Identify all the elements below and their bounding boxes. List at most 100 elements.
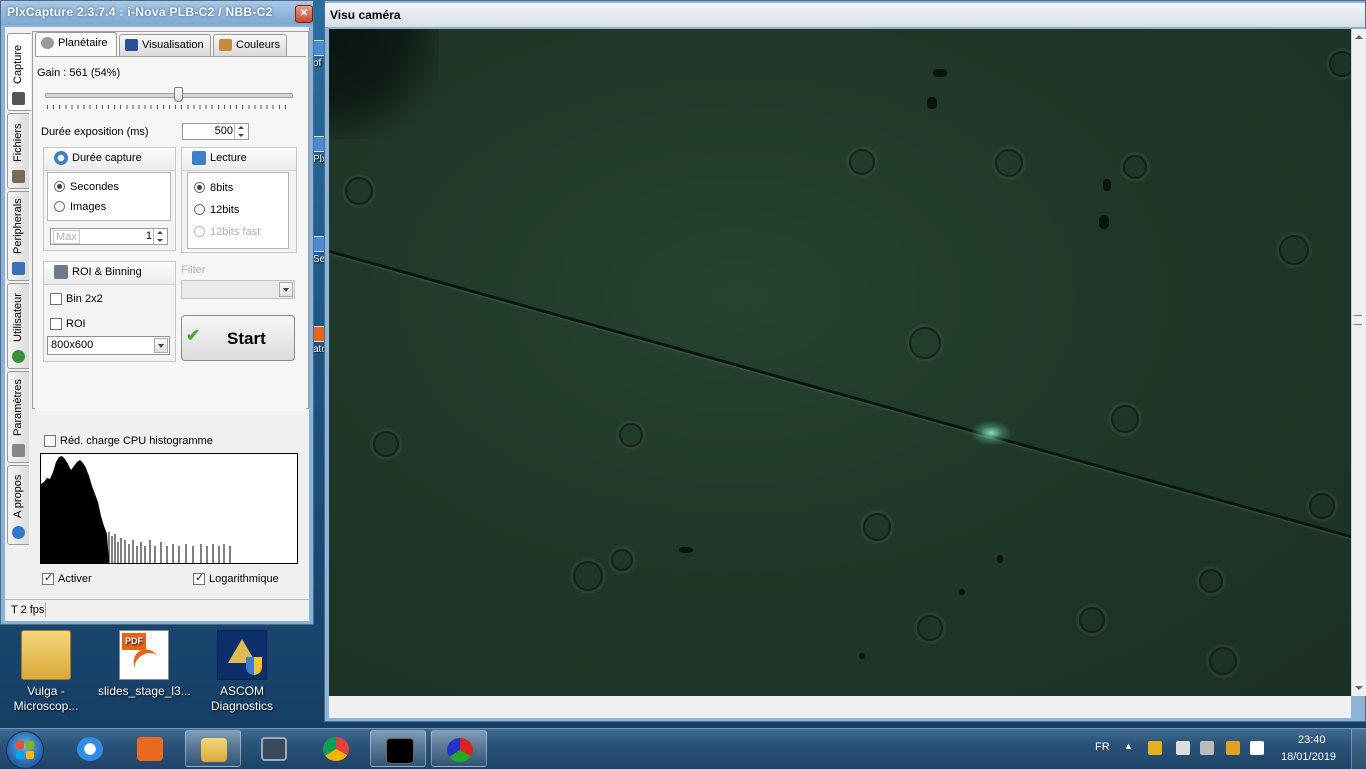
particle-ring xyxy=(1309,493,1335,519)
roi-checkbox[interactable] xyxy=(50,318,62,330)
desktop-icon-ascom[interactable]: ASCOM Diagnostics xyxy=(196,630,288,714)
lecture-group: Lecture 8bits 12bits 12bits fast xyxy=(181,147,297,253)
particle-ring xyxy=(1079,607,1105,633)
exposure-spin-arrows[interactable] xyxy=(234,124,248,139)
tab-visualisation[interactable]: Visualisation xyxy=(119,34,211,56)
gain-slider-track[interactable] xyxy=(45,93,293,98)
particle-ring xyxy=(1111,405,1139,433)
tab-label: Planétaire xyxy=(58,37,108,49)
duree-capture-group: Durée capture Secondes Images Max 1 xyxy=(43,147,176,251)
tab-fichiers[interactable]: Fichiers xyxy=(7,113,29,189)
tab-capture[interactable]: Capture xyxy=(7,33,31,111)
group-title: Lecture xyxy=(210,152,247,164)
show-desktop-button[interactable] xyxy=(1351,729,1366,769)
debris-speck xyxy=(1099,215,1109,229)
filter-label: Filter xyxy=(181,264,206,276)
clock-time[interactable]: 23:40 xyxy=(1298,734,1326,746)
camera-icon xyxy=(12,92,25,105)
taskbar-chrome[interactable] xyxy=(308,730,364,767)
title-bar[interactable]: PlxCapture 2.3.7.4 : i-Nova PLB-C2 / NBB… xyxy=(1,1,313,25)
tab-label: Visualisation xyxy=(142,39,204,51)
desktop-icon-label: ASCOM Diagnostics xyxy=(210,684,274,713)
desktop-icon-label: slides_stage_l3... xyxy=(98,684,191,698)
clock-date[interactable]: 18/01/2019 xyxy=(1281,751,1336,763)
tab-planetaire[interactable]: Planétaire xyxy=(35,32,117,57)
ascom-icon xyxy=(217,630,267,680)
radio-images[interactable] xyxy=(54,201,65,212)
start-button[interactable]: ✔ Start xyxy=(181,315,295,361)
windows-logo-icon xyxy=(26,741,34,749)
capture-panel: Planétaire Visualisation Couleurs Gain :… xyxy=(32,31,309,411)
debris-speck xyxy=(927,97,937,109)
checkbox-label: Bin 2x2 xyxy=(66,293,103,305)
activer-checkbox[interactable] xyxy=(42,571,54,585)
info-icon xyxy=(12,526,25,539)
gain-slider-ticks xyxy=(47,105,291,109)
taskbar-file-explorer[interactable] xyxy=(185,730,241,767)
particle-ring xyxy=(1279,235,1309,265)
tray-expand-icon[interactable]: ▲ xyxy=(1124,741,1133,751)
histogram xyxy=(40,453,298,564)
language-indicator[interactable]: FR xyxy=(1095,741,1110,753)
window-title: Visu caméra xyxy=(330,8,401,22)
logarithmique-checkbox[interactable] xyxy=(193,571,205,585)
capture-count-value: 1 xyxy=(145,230,152,242)
taskbar-plxcapture[interactable] xyxy=(431,730,487,767)
network-icon[interactable] xyxy=(1226,741,1240,755)
device-icon[interactable] xyxy=(1176,741,1190,755)
tab-parametres[interactable]: Paramètres xyxy=(7,371,29,463)
logarithmique-label: Logarithmique xyxy=(209,573,279,585)
roi-binning-group: ROI & Binning Bin 2x2 ROI 800x600 xyxy=(43,261,176,362)
particle-ring xyxy=(611,549,633,571)
particle-ring xyxy=(863,513,891,541)
scroll-grip[interactable] xyxy=(1354,315,1362,325)
gain-slider-thumb[interactable] xyxy=(173,87,183,102)
desktop-icon-slides-pdf[interactable]: PDF slides_stage_l3... xyxy=(98,630,191,699)
camera-image[interactable] xyxy=(329,29,1351,696)
taskbar-media-player[interactable] xyxy=(122,730,178,767)
title-bar[interactable]: Visu caméra xyxy=(325,3,1365,28)
window-title: PlxCapture 2.3.7.4 : i-Nova PLB-C2 / NBB… xyxy=(7,5,273,19)
clock-icon xyxy=(54,151,68,165)
tab-a-propos[interactable]: A propos xyxy=(7,465,29,545)
security-shield-icon[interactable] xyxy=(1148,741,1162,755)
resolution-value: 800x600 xyxy=(51,339,94,351)
close-button[interactable]: ✕ xyxy=(295,5,313,23)
cpu-reduction-label: Réd. charge CPU histogramme xyxy=(60,435,213,447)
group-title: Durée capture xyxy=(72,152,142,164)
lecture-icon xyxy=(192,151,206,165)
tab-utilisateur[interactable]: Utilisateur xyxy=(7,283,29,369)
particle-ring xyxy=(1199,569,1223,593)
palette-icon xyxy=(219,39,232,51)
taskbar-internet-explorer[interactable] xyxy=(62,730,118,767)
cpu-reduction-checkbox[interactable] xyxy=(44,435,56,447)
windows-start-button[interactable] xyxy=(6,731,44,769)
radio-8bits[interactable] xyxy=(194,182,205,193)
tab-label: A propos xyxy=(12,474,24,518)
capture-count-spinbox[interactable]: Max 1 xyxy=(50,228,168,245)
action-center-icon[interactable] xyxy=(1250,741,1264,755)
scroll-up-icon[interactable] xyxy=(1355,35,1363,39)
resolution-select[interactable]: 800x600 xyxy=(47,336,170,355)
radio-label: Secondes xyxy=(70,181,119,193)
scroll-down-icon[interactable] xyxy=(1355,686,1363,690)
film-icon xyxy=(261,737,287,761)
capture-count-spin-arrows[interactable] xyxy=(153,229,167,244)
tab-couleurs[interactable]: Couleurs xyxy=(213,34,287,56)
desktop-icon-vulga[interactable]: Vulga - Microscop... xyxy=(0,630,92,714)
tab-peripherals[interactable]: Peripherals xyxy=(7,191,29,281)
tab-label: Utilisateur xyxy=(12,293,24,342)
tab-label: Paramètres xyxy=(12,379,24,436)
particle-ring xyxy=(849,149,875,175)
vertical-scrollbar[interactable] xyxy=(1351,29,1366,696)
bin-2x2-checkbox[interactable] xyxy=(50,293,62,305)
debris-speck xyxy=(933,69,947,77)
volume-muted-icon[interactable] xyxy=(1200,741,1214,755)
group-header: Durée capture xyxy=(44,148,175,171)
taskbar-video-app[interactable] xyxy=(246,730,302,767)
taskbar: FR ▲ 23:40 18/01/2019 xyxy=(0,728,1366,769)
radio-secondes[interactable] xyxy=(54,181,65,192)
exposure-spinbox[interactable]: 500 xyxy=(182,123,249,140)
radio-12bits[interactable] xyxy=(194,204,205,215)
taskbar-capture-app[interactable] xyxy=(370,730,426,767)
